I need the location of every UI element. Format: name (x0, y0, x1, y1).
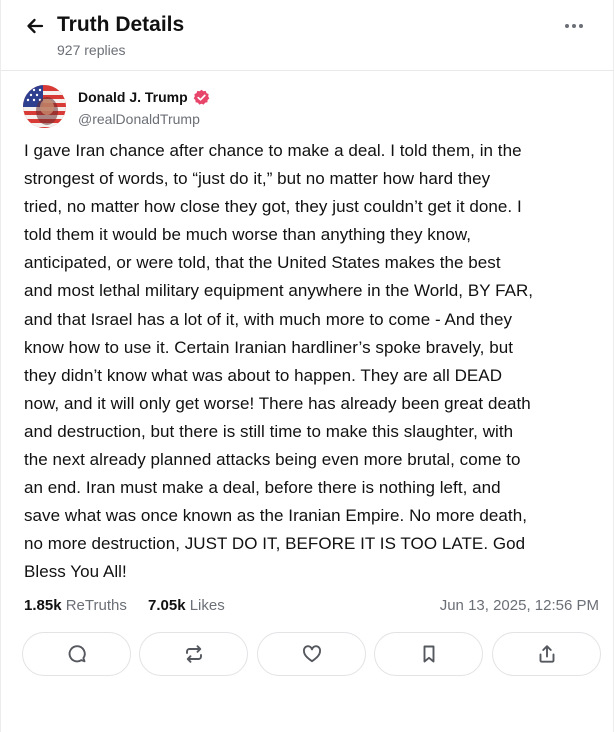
post-stats: 1.85k ReTruths 7.05k Likes Jun 13, 2025,… (24, 596, 599, 616)
verified-badge-icon (193, 89, 210, 106)
page-frame: Truth Details 927 replies Donald J. Trum… (0, 0, 614, 732)
repost-icon (183, 643, 205, 665)
post-body: I gave Iran chance after chance to make … (24, 137, 596, 587)
heart-icon (301, 643, 323, 665)
back-button[interactable] (21, 12, 49, 40)
likes-count: 7.05k (148, 597, 186, 614)
action-bar (22, 632, 601, 676)
post-line: told them it would be much worse than an… (24, 225, 471, 245)
post-line: an end. Iran must make a deal, before th… (24, 478, 501, 498)
like-button[interactable] (257, 632, 366, 676)
author-name[interactable]: Donald J. Trump (78, 88, 210, 106)
page-header: Truth Details 927 replies (1, 0, 614, 71)
post-line: and most lethal military equipment anywh… (24, 281, 534, 301)
more-horizontal-icon (564, 23, 584, 29)
post-line: no more destruction, JUST DO IT, BEFORE … (24, 534, 526, 554)
post-line: save what was once known as the Iranian … (24, 506, 527, 526)
author-name-text: Donald J. Trump (78, 89, 188, 105)
author-handle[interactable]: @realDonaldTrump (78, 110, 200, 128)
bookmark-button[interactable] (374, 632, 483, 676)
post-line: and destruction, but there is still time… (24, 421, 514, 441)
post-line: strongest of words, to “just do it,” but… (24, 169, 491, 189)
bookmark-icon (418, 643, 440, 665)
post-line: now, and it will only get worse! There h… (24, 393, 531, 413)
post-line: I gave Iran chance after chance to make … (24, 141, 522, 160)
reply-count: 927 replies (57, 42, 126, 58)
retruths-count: 1.85k (24, 597, 62, 614)
arrow-left-icon (25, 16, 45, 36)
page-title: Truth Details (57, 13, 185, 36)
post-line: they didn’t know what was about to happe… (24, 365, 503, 385)
avatar[interactable] (23, 85, 66, 128)
post-timestamp: Jun 13, 2025, 12:56 PM (439, 597, 599, 614)
post-line: Bless You All! (24, 562, 127, 582)
likes-label: Likes (189, 597, 225, 614)
post-line: know how to use it. Certain Iranian hard… (24, 337, 514, 357)
comment-icon (66, 643, 88, 665)
post-line: and that Israel has a lot of it, with mu… (24, 309, 513, 329)
retruth-button[interactable] (139, 632, 248, 676)
more-options-button[interactable] (559, 14, 589, 38)
likes-stat[interactable]: 7.05k Likes (148, 596, 225, 616)
post-line: anticipated, or were told, that the Unit… (24, 253, 501, 273)
post-line: tried, no matter how close they got, the… (24, 197, 522, 217)
share-button[interactable] (492, 632, 601, 676)
post-line: the next already planned attacks being e… (24, 450, 521, 470)
retruths-label: ReTruths (65, 597, 127, 614)
retruths-stat[interactable]: 1.85k ReTruths (24, 596, 127, 616)
reply-button[interactable] (22, 632, 131, 676)
share-icon (536, 643, 558, 665)
